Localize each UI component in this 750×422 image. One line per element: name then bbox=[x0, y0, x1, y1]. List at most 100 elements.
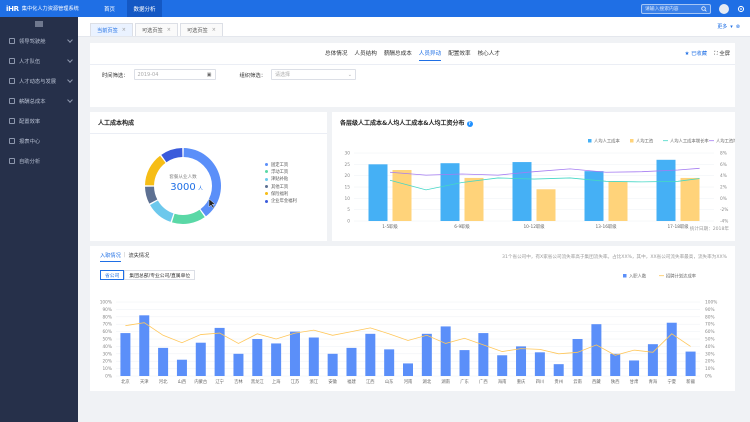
time-filter-value: 2019-04 bbox=[137, 71, 159, 78]
org-filter-select[interactable]: 请选择 ⌄ bbox=[271, 69, 356, 80]
hiring-chart[interactable]: 入职人数 招聘计划达成率0% 0%10% 10%20% 20%30% 30%40% 40%5… bbox=[90, 246, 735, 391]
bar-avg-cost bbox=[512, 162, 532, 221]
search-icon[interactable] bbox=[701, 5, 707, 12]
sub-tabs: 总体情况 人员结构 薪酬总成本 人员异动 配置效率 核心人才 bbox=[90, 43, 735, 61]
sidebar-item-report-center[interactable]: 报表中心 bbox=[0, 131, 78, 151]
time-filter-label: 时间筛选： bbox=[102, 72, 129, 79]
y-tick-right: -2% bbox=[720, 207, 728, 213]
bar-hires bbox=[346, 347, 357, 376]
org-filter-placeholder: 请选择 bbox=[275, 72, 291, 78]
page-tabs-bar: 当前页签 × 可选页签 × 可选页签 × 更多 ▾ ⊗ bbox=[78, 17, 750, 37]
search-input[interactable]: 请输入搜索内容 bbox=[641, 3, 711, 14]
bar-hires bbox=[195, 342, 206, 376]
y-tick-right: 0% bbox=[705, 374, 712, 380]
x-tick: 辽宁 bbox=[215, 378, 224, 385]
subtab-personnel-change[interactable]: 人员异动 bbox=[418, 49, 442, 61]
x-tick: 新疆 bbox=[686, 378, 695, 385]
close-icon[interactable]: × bbox=[212, 27, 216, 33]
subtab-salary-cost[interactable]: 薪酬总成本 bbox=[384, 49, 412, 61]
bar-avg-cost bbox=[440, 163, 460, 221]
nav-item-home[interactable]: 首页 bbox=[92, 0, 127, 17]
legend-swatch bbox=[265, 170, 268, 174]
x-tick: 江苏 bbox=[291, 378, 300, 385]
y-tick-right: 80% bbox=[705, 314, 715, 320]
app-logo[interactable]: iHR 集中化人力资源管理系统 bbox=[0, 5, 90, 13]
y-tick-right: 6% bbox=[720, 162, 727, 168]
y-tick-left: 70% bbox=[102, 322, 112, 328]
y-tick-left: 25 bbox=[345, 162, 351, 168]
page-tab-current[interactable]: 当前页签 × bbox=[90, 23, 133, 36]
favorite-button[interactable]: ★ 已收藏 bbox=[685, 49, 707, 57]
x-tick: 青海 bbox=[649, 378, 658, 385]
donut-center-unit: 人 bbox=[198, 186, 203, 192]
sidebar-item-efficiency[interactable]: 配置效率 bbox=[0, 111, 78, 131]
legend-item[interactable]: 浮动工资 bbox=[265, 168, 297, 175]
sidebar-item-self-analysis[interactable]: 自助分析 bbox=[0, 151, 78, 171]
menu-icon[interactable] bbox=[0, 17, 78, 31]
x-tick: 天津 bbox=[140, 378, 149, 385]
close-all-icon[interactable]: ⊗ bbox=[736, 24, 740, 30]
close-icon[interactable]: × bbox=[122, 27, 126, 33]
chevron-down-icon bbox=[67, 97, 73, 103]
bar-hires bbox=[271, 343, 282, 376]
close-icon[interactable]: × bbox=[167, 27, 171, 33]
legend-swatch bbox=[588, 139, 592, 143]
legend-item[interactable]: 保险福利 bbox=[265, 190, 297, 197]
donut-slice bbox=[145, 186, 158, 204]
y-tick-right: 70% bbox=[705, 322, 715, 328]
y-tick-left: 5 bbox=[347, 207, 350, 213]
fullscreen-label: 全屏 bbox=[719, 51, 730, 57]
bar-avg-salary bbox=[536, 189, 556, 221]
bar-avg-cost bbox=[584, 171, 604, 221]
page-tab-optional[interactable]: 可选页签 × bbox=[179, 23, 223, 36]
bar-avg-salary bbox=[464, 177, 484, 221]
level-cost-chart[interactable]: 人均人工成本 人均工资 人均人工成本增长率人均工资增长率 0 5 10 15 20 25 30 -4… bbox=[332, 112, 735, 241]
logo-mark: iHR bbox=[6, 4, 19, 13]
more-tabs-button[interactable]: 更多 ▾ ⊗ bbox=[717, 23, 750, 31]
subtab-core-talent[interactable]: 核心人才 bbox=[478, 49, 500, 61]
more-label: 更多 bbox=[717, 24, 728, 30]
x-tick: 陕西 bbox=[611, 378, 620, 385]
subtab-overview[interactable]: 总体情况 bbox=[325, 49, 347, 61]
nav-item-data-analysis[interactable]: 数据分析 bbox=[127, 0, 162, 17]
bar-avg-cost bbox=[656, 159, 676, 221]
divider bbox=[90, 64, 735, 65]
sidebar-item-talent-team[interactable]: 人才队伍 bbox=[0, 51, 78, 71]
gear-icon[interactable] bbox=[737, 5, 745, 13]
favorite-label: 已收藏 bbox=[691, 51, 707, 57]
sidebar-item-label: 领导驾驶舱 bbox=[19, 39, 46, 45]
y-tick-left: 30 bbox=[345, 151, 351, 157]
y-tick-right: 10% bbox=[705, 366, 715, 372]
fullscreen-button[interactable]: ⛶ 全屏 bbox=[714, 49, 730, 58]
sidebar-item-salary-cost[interactable]: 薪酬总成本 bbox=[0, 91, 78, 111]
y-tick-right: 20% bbox=[705, 359, 715, 365]
avatar[interactable] bbox=[719, 3, 729, 14]
y-tick-left: 60% bbox=[102, 329, 112, 335]
y-tick-right: 0% bbox=[720, 196, 727, 202]
legend-label: 人均工资增长率 bbox=[716, 138, 735, 145]
x-tick: 广西 bbox=[479, 378, 488, 385]
x-tick: 西藏 bbox=[592, 378, 601, 385]
subtab-efficiency[interactable]: 配置效率 bbox=[448, 49, 470, 61]
sidebar-item-talent-dynamics[interactable]: 人才动态与发展 bbox=[0, 71, 78, 91]
legend-item[interactable]: 企业年金福利 bbox=[265, 197, 297, 204]
time-filter-input[interactable]: 2019-04 ▣ bbox=[133, 69, 216, 80]
bar-hires bbox=[459, 350, 470, 376]
bar-hires bbox=[289, 331, 300, 376]
legend-swatch bbox=[623, 274, 627, 278]
bar-hires bbox=[233, 353, 244, 376]
legend-item[interactable]: 其他工资 bbox=[265, 183, 297, 190]
page-tab-optional[interactable]: 可选页签 × bbox=[134, 23, 178, 36]
subtab-structure[interactable]: 人员结构 bbox=[354, 49, 376, 61]
bar-hires bbox=[327, 353, 338, 376]
x-tick: 17-18职级 bbox=[667, 223, 689, 230]
chevron-down-icon bbox=[67, 77, 73, 83]
bar-hires bbox=[176, 359, 187, 376]
bar-hires bbox=[516, 346, 527, 376]
legend-item[interactable]: 固定工资 bbox=[265, 161, 297, 168]
sidebar-item-leader-cockpit[interactable]: 领导驾驶舱 bbox=[0, 31, 78, 51]
sidebar-item-label: 报表中心 bbox=[19, 139, 41, 145]
x-tick: 贵州 bbox=[554, 378, 563, 385]
x-tick: 福建 bbox=[347, 378, 356, 385]
legend-item[interactable]: 津贴补贴 bbox=[265, 176, 297, 183]
